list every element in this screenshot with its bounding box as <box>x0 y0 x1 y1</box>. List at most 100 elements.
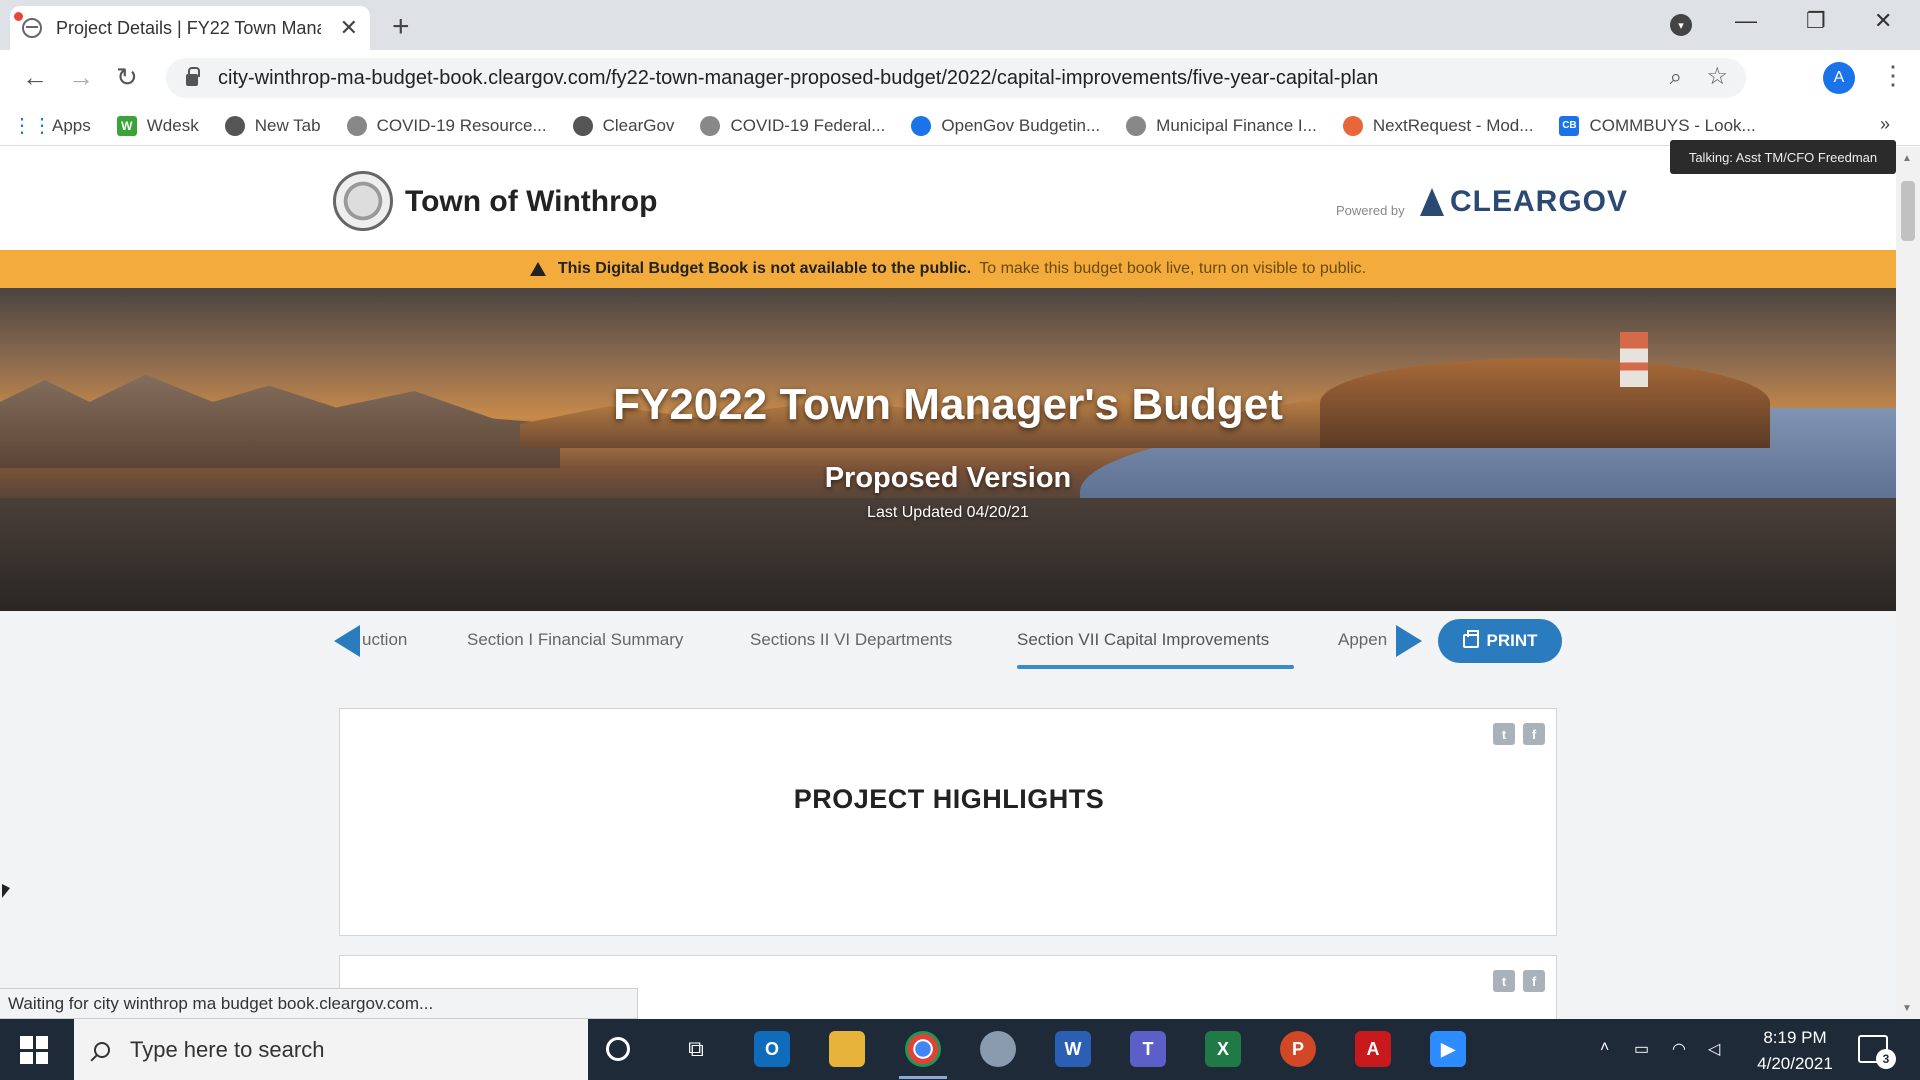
section-nav-introduction[interactable]: uction <box>362 630 407 650</box>
hero-title: FY2022 Town Manager's Budget <box>613 380 1283 429</box>
nav-right-arrow-icon[interactable] <box>1396 625 1422 657</box>
twitter-icon[interactable]: t <box>1493 723 1515 745</box>
opengov-icon <box>911 115 932 136</box>
section-nav-appendix[interactable]: Appen <box>1338 630 1387 650</box>
acrobat-icon[interactable]: A <box>1355 1031 1391 1067</box>
speaker-tooltip: Talking: Asst TM/CFO Freedman <box>1670 140 1896 174</box>
minimize-icon[interactable]: — <box>1735 8 1757 34</box>
windows-start-icon[interactable] <box>20 1036 48 1064</box>
battery-icon[interactable]: ▭ <box>1634 1039 1649 1059</box>
seal-icon <box>346 115 367 136</box>
seal-icon <box>1126 115 1147 136</box>
wifi-icon[interactable]: ◠ <box>1672 1039 1686 1059</box>
bookmark-commbuys[interactable]: CB COMMBUYS - Look... <box>1559 115 1756 136</box>
forward-arrow-icon[interactable]: → <box>68 62 94 93</box>
bookmark-covid-resource[interactable]: COVID-19 Resource... <box>346 115 547 136</box>
snipping-tool-icon[interactable] <box>980 1031 1016 1067</box>
task-view-icon[interactable]: ⧉ <box>678 1031 714 1067</box>
cortana-icon[interactable] <box>606 1037 630 1061</box>
bookmark-apps[interactable]: ⋮⋮ Apps <box>12 115 91 137</box>
volume-icon[interactable]: ◁ <box>1708 1039 1720 1059</box>
wdesk-icon: W <box>116 115 137 136</box>
mouse-cursor-icon <box>2 884 10 898</box>
profile-avatar[interactable]: A <box>1823 62 1855 94</box>
recording-dot-icon <box>14 12 23 21</box>
globe-icon <box>224 115 245 136</box>
scrollbar-thumb[interactable] <box>1901 181 1915 241</box>
site-title[interactable]: Town of Winthrop <box>405 185 657 219</box>
lock-icon[interactable] <box>186 67 200 86</box>
search-icon <box>94 1041 110 1058</box>
page-scrollbar[interactable]: ▲ ▼ <box>1896 147 1920 1019</box>
hero-water-tower <box>1620 332 1648 387</box>
browser-status-bar: Waiting for city winthrop ma budget book… <box>0 988 638 1019</box>
bookmark-opengov[interactable]: OpenGov Budgetin... <box>911 115 1100 136</box>
windows-taskbar: Type here to search ⧉ O W T X P A ▶ ˄ ▭ … <box>0 1019 1920 1080</box>
share-buttons: t f <box>1493 723 1545 745</box>
section-nav-departments[interactable]: Sections II VI Departments <box>750 630 952 650</box>
page-viewport: Town of Winthrop Powered by CLEARGOV Thi… <box>0 147 1896 1019</box>
print-button[interactable]: PRINT <box>1438 619 1562 663</box>
close-tab-icon[interactable]: ✕ <box>340 15 358 41</box>
word-icon[interactable]: W <box>1055 1031 1091 1067</box>
seal-icon <box>700 115 721 136</box>
close-window-icon[interactable]: ✕ <box>1874 8 1892 34</box>
bookmark-wdesk[interactable]: W Wdesk <box>116 115 199 136</box>
bookmark-nextrequest[interactable]: NextRequest - Mod... <box>1342 115 1533 136</box>
taskbar-search[interactable]: Type here to search <box>74 1019 588 1080</box>
reload-icon[interactable]: ↻ <box>116 62 138 93</box>
file-explorer-icon[interactable] <box>829 1031 865 1067</box>
globe-icon <box>572 115 593 136</box>
bookmark-municipal-finance[interactable]: Municipal Finance I... <box>1126 115 1317 136</box>
new-tab-button[interactable]: + <box>392 10 410 44</box>
cleargov-mark-icon <box>1420 188 1444 216</box>
nav-left-arrow-icon[interactable] <box>334 625 360 657</box>
site-header: Town of Winthrop Powered by CLEARGOV <box>0 147 1896 250</box>
bookmarks-overflow-button[interactable]: » <box>1880 114 1890 135</box>
alert-title: This Digital Budget Book is not availabl… <box>557 260 972 277</box>
cleargov-brand: CLEARGOV <box>1450 185 1629 218</box>
active-section-indicator <box>1017 665 1294 669</box>
tray-chevron-icon[interactable]: ˄ <box>1600 1039 1609 1057</box>
facebook-icon[interactable]: f <box>1523 723 1545 745</box>
tab-search-icon[interactable]: ▾ <box>1670 14 1692 36</box>
scroll-down-icon[interactable]: ▼ <box>1902 1003 1912 1014</box>
excel-icon[interactable]: X <box>1205 1031 1241 1067</box>
zoom-icon[interactable]: ⌕ <box>1670 64 1682 90</box>
bookmark-covid-federal[interactable]: COVID-19 Federal... <box>700 115 885 136</box>
zoom-app-icon[interactable]: ▶ <box>1430 1031 1466 1067</box>
browser-menu-icon[interactable]: ⋮ <box>1880 60 1906 91</box>
cleargov-logo[interactable]: CLEARGOV <box>1420 185 1628 219</box>
facebook-icon[interactable]: f <box>1523 970 1545 992</box>
scroll-up-icon[interactable]: ▲ <box>1902 153 1912 164</box>
bookmark-star-icon[interactable]: ☆ <box>1706 62 1728 91</box>
powerpoint-icon[interactable]: P <box>1280 1031 1316 1067</box>
section-nav: uction Section I Financial Summary Secti… <box>0 611 1896 671</box>
back-arrow-icon[interactable]: ← <box>22 62 48 93</box>
outlook-icon[interactable]: O <box>754 1031 790 1067</box>
card-title: PROJECT HIGHLIGHTS <box>793 784 1105 814</box>
share-buttons: t f <box>1493 970 1545 992</box>
clock-time: 8:19 PM <box>1763 1028 1827 1047</box>
chrome-icon[interactable] <box>905 1031 941 1067</box>
clock-date: 4/20/2021 <box>1757 1054 1833 1073</box>
twitter-icon[interactable]: t <box>1493 970 1515 992</box>
nextrequest-icon <box>1342 115 1363 136</box>
address-bar[interactable]: city-winthrop-ma-budget-book.cleargov.co… <box>166 58 1746 98</box>
tab-title: Project Details | FY22 Town Manager <box>56 17 321 38</box>
commbuys-icon: CB <box>1559 115 1580 136</box>
taskbar-clock[interactable]: 8:19 PM 4/20/2021 <box>1740 1025 1850 1077</box>
town-seal-logo[interactable] <box>333 171 393 231</box>
section-nav-financial-summary[interactable]: Section I Financial Summary <box>467 630 683 650</box>
bookmark-new-tab[interactable]: New Tab <box>224 115 321 136</box>
browser-tab-active[interactable]: Project Details | FY22 Town Manager ✕ <box>10 6 370 50</box>
bookmarks-bar: ⋮⋮ Apps W Wdesk New Tab COVID-19 Resource.… <box>0 106 1920 146</box>
section-nav-capital-improvements[interactable]: Section VII Capital Improvements <box>1017 630 1269 650</box>
bookmark-cleargov[interactable]: ClearGov <box>572 115 674 136</box>
notification-center-icon[interactable]: 3 <box>1858 1035 1896 1069</box>
notification-count: 3 <box>1876 1049 1896 1069</box>
teams-icon[interactable]: T <box>1130 1031 1166 1067</box>
taskbar-search-placeholder: Type here to search <box>130 1036 325 1062</box>
restore-icon[interactable]: ❐ <box>1806 8 1826 34</box>
last-updated: Last Updated 04/20/21 <box>867 504 1029 521</box>
